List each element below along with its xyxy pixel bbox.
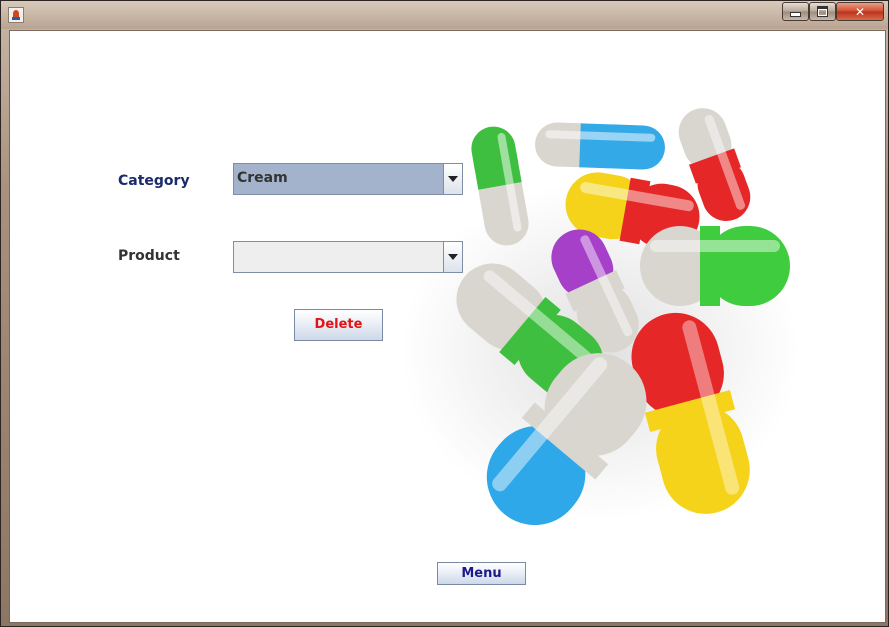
category-label: Category <box>118 173 190 189</box>
close-icon: ✕ <box>854 4 866 19</box>
title-bar[interactable]: ✕ <box>1 1 888 29</box>
java-app-icon[interactable] <box>8 7 24 23</box>
product-select[interactable] <box>233 241 463 273</box>
menu-button[interactable]: Menu <box>437 562 526 585</box>
category-selected-value: Cream <box>237 170 288 186</box>
minimize-icon <box>790 12 801 17</box>
app-window: ✕ Category Cream Product Delete Menu <box>0 0 889 627</box>
dropdown-arrow-icon <box>448 176 458 182</box>
category-select[interactable]: Cream <box>233 163 463 195</box>
pills-image <box>400 108 800 526</box>
minimize-button[interactable] <box>782 2 809 21</box>
product-label: Product <box>118 248 180 264</box>
maximize-icon <box>817 6 828 17</box>
dropdown-arrow-icon <box>448 254 458 260</box>
content-panel: Category Cream Product Delete Menu <box>9 30 886 623</box>
product-dropdown-button[interactable] <box>443 242 462 272</box>
category-dropdown-button[interactable] <box>443 164 462 194</box>
maximize-button[interactable] <box>809 2 836 21</box>
delete-button[interactable]: Delete <box>294 309 383 341</box>
close-button[interactable]: ✕ <box>836 2 884 21</box>
